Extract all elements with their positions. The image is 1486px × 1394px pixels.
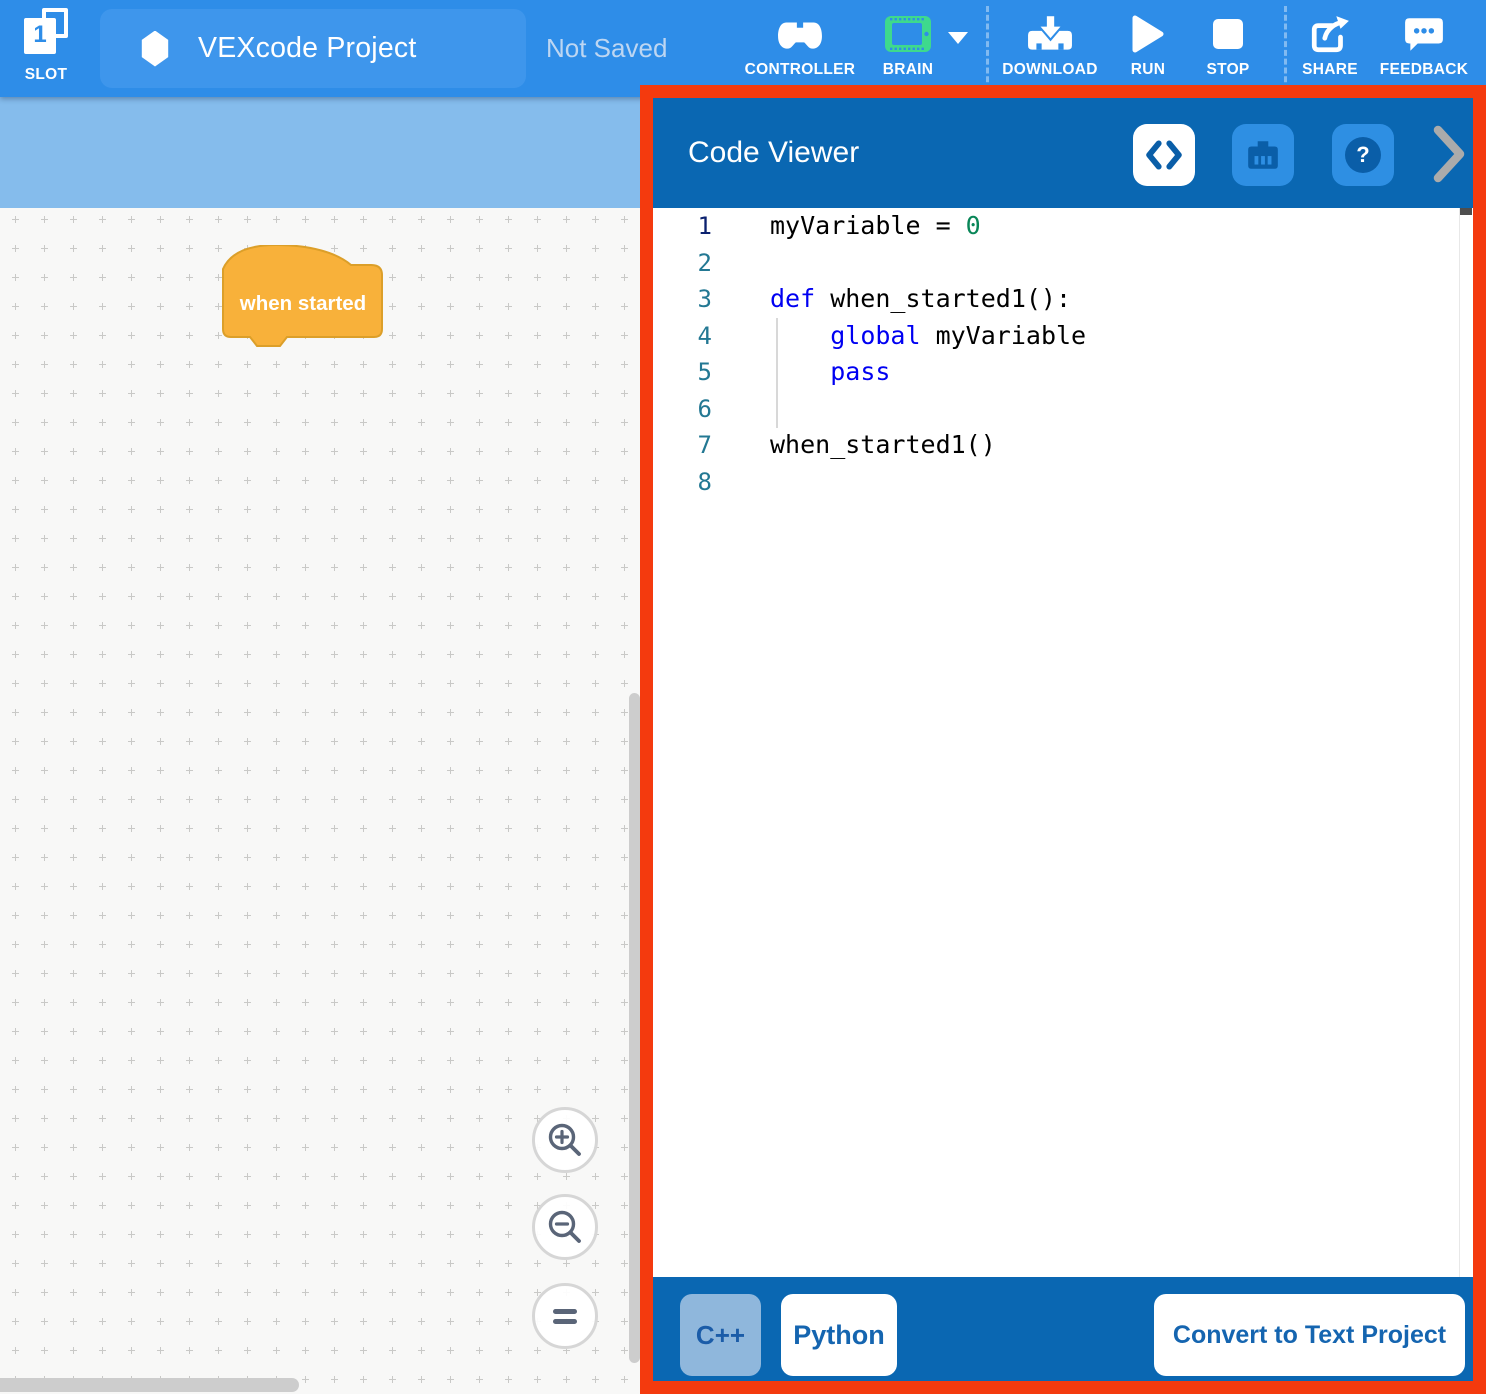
project-title: VEXcode Project [198,32,416,65]
vexcode-app: 1 SLOT VEXcode Project Not Saved CONTROL… [0,0,1486,1394]
help-icon: ? [1345,137,1381,173]
code-viewer-header: Code Viewer ? [653,98,1473,208]
code-editor[interactable]: 1myVariable = 023def when_started1():4 g… [653,208,1473,1277]
zoom-reset-button[interactable] [532,1283,598,1349]
code-line: 8 [653,464,1473,501]
feedback-button[interactable]: FEEDBACK [1362,8,1486,92]
zoom-out-button[interactable] [532,1194,598,1260]
zoom-reset-icon [553,1304,577,1329]
top-toolbar: 1 SLOT VEXcode Project Not Saved CONTROL… [0,0,1486,97]
save-status: Not Saved [546,0,667,97]
controller-icon [738,8,862,60]
line-number: 4 [653,318,712,355]
block-canvas[interactable]: when started [0,208,653,1394]
line-number: 3 [653,281,712,318]
zoom-out-icon [546,1208,584,1246]
feedback-icon [1362,8,1486,60]
canvas-vertical-scrollbar[interactable] [629,693,640,1363]
project-title-button[interactable]: VEXcode Project [100,9,526,88]
help-button[interactable]: ? [1332,124,1394,186]
code-viewer-panel: Code Viewer ? [640,85,1486,1394]
canvas-header-band [0,97,653,208]
brain-view-button[interactable] [1232,124,1294,186]
line-number: 1 [653,208,712,245]
code-viewer-footer: C++ Python Convert to Text Project [653,1277,1473,1381]
code-line: 7when_started1() [653,427,1473,464]
hexagon-icon [140,31,170,67]
code-line: 3def when_started1(): [653,281,1473,318]
code-icon [1146,140,1182,170]
when-started-label: when started [239,292,366,315]
cpp-language-button[interactable]: C++ [680,1294,761,1376]
slot-button[interactable]: 1 SLOT [20,6,80,92]
line-number: 8 [653,464,712,501]
panel-title: Code Viewer [688,98,859,208]
code-line: 1myVariable = 0 [653,208,1473,245]
zoom-in-icon [546,1121,584,1159]
code-view-toggle-button[interactable] [1133,124,1195,186]
brain-caret-down-icon[interactable] [948,32,968,44]
code-line: 2 [653,245,1473,282]
editor-scrollbar-track [1459,208,1460,1277]
collapse-panel-chevron-right-icon[interactable] [1433,125,1467,183]
line-number: 6 [653,391,712,428]
slot-icon: 1 [20,6,76,58]
brain-button[interactable]: BRAIN [846,8,970,92]
slot-label: SLOT [12,66,80,84]
zoom-in-button[interactable] [532,1107,598,1173]
line-number: 2 [653,245,712,282]
python-language-button[interactable]: Python [781,1294,897,1376]
canvas-horizontal-scrollbar[interactable] [0,1378,299,1392]
line-number: 7 [653,427,712,464]
slot-number: 1 [24,18,56,54]
editor-scrollbar-thumb[interactable] [1460,208,1472,215]
convert-to-text-project-button[interactable]: Convert to Text Project [1154,1294,1465,1376]
controller-button[interactable]: CONTROLLER [738,8,862,92]
brain-device-icon [1245,138,1281,172]
line-number: 5 [653,354,712,391]
indent-guide [776,318,778,428]
when-started-block[interactable]: when started [221,245,385,348]
